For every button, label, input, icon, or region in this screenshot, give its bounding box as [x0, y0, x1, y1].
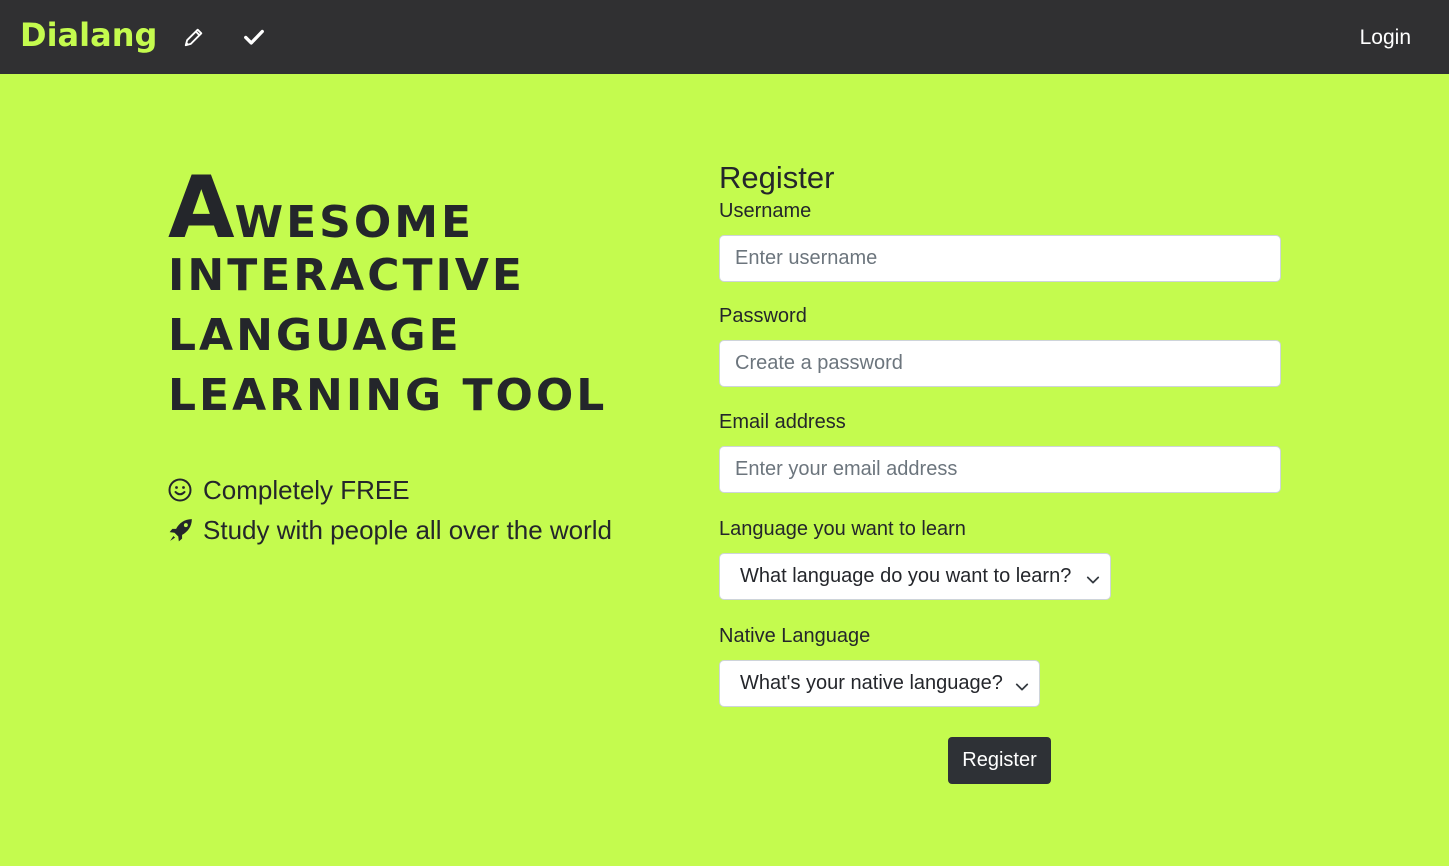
brand-logo[interactable]: Dialang: [20, 15, 157, 55]
learn-language-selected: What language do you want to learn?: [740, 565, 1072, 587]
native-language-select[interactable]: What's your native language?: [719, 660, 1040, 707]
username-group: Username: [719, 198, 1281, 282]
hero-title-first-letter: A: [168, 158, 235, 258]
feature-item: Study with people all over the world: [168, 510, 612, 550]
pencil-icon[interactable]: [181, 24, 207, 50]
native-language-group: Native Language What's your native langu…: [719, 623, 1281, 707]
chevron-down-icon: [1086, 570, 1100, 593]
feature-text: Study with people all over the world: [203, 514, 613, 545]
native-language-selected: What's your native language?: [740, 672, 1003, 694]
learn-language-group: Language you want to learn What language…: [719, 516, 1281, 600]
learn-language-select[interactable]: What language do you want to learn?: [719, 553, 1111, 600]
learn-language-label: Language you want to learn: [719, 518, 966, 540]
email-group: Email address: [719, 409, 1281, 493]
feature-text: Completely FREE: [203, 474, 410, 505]
register-form: Register Username Password Email address…: [719, 158, 1281, 731]
password-label: Password: [719, 305, 807, 327]
register-button[interactable]: Register: [948, 737, 1051, 784]
hero-title: Awesome interactive language learning to…: [168, 165, 638, 426]
navbar: Dialang Login: [0, 0, 1449, 74]
hero-title-line4: learning tool: [168, 370, 608, 421]
hero-title-line3: language: [168, 310, 462, 361]
email-input[interactable]: [719, 446, 1281, 493]
feature-list: Completely FREE Study with people all ov…: [168, 470, 612, 550]
username-label: Username: [719, 200, 812, 222]
feature-item: Completely FREE: [168, 470, 612, 510]
password-input[interactable]: [719, 340, 1281, 387]
password-group: Password: [719, 303, 1281, 387]
hero-title-line1: Awesome: [168, 165, 638, 251]
check-icon[interactable]: [241, 24, 267, 50]
hero-title-line2: interactive: [168, 250, 525, 301]
form-title: Register: [719, 160, 835, 195]
smiley-icon: [168, 477, 194, 503]
username-input[interactable]: [719, 235, 1281, 282]
rocket-icon: [168, 517, 194, 543]
chevron-down-icon: [1015, 677, 1029, 700]
hero-title-line1-rest: wesome: [234, 197, 475, 248]
email-label: Email address: [719, 411, 846, 433]
login-link[interactable]: Login: [1360, 24, 1411, 52]
native-language-label: Native Language: [719, 625, 871, 647]
